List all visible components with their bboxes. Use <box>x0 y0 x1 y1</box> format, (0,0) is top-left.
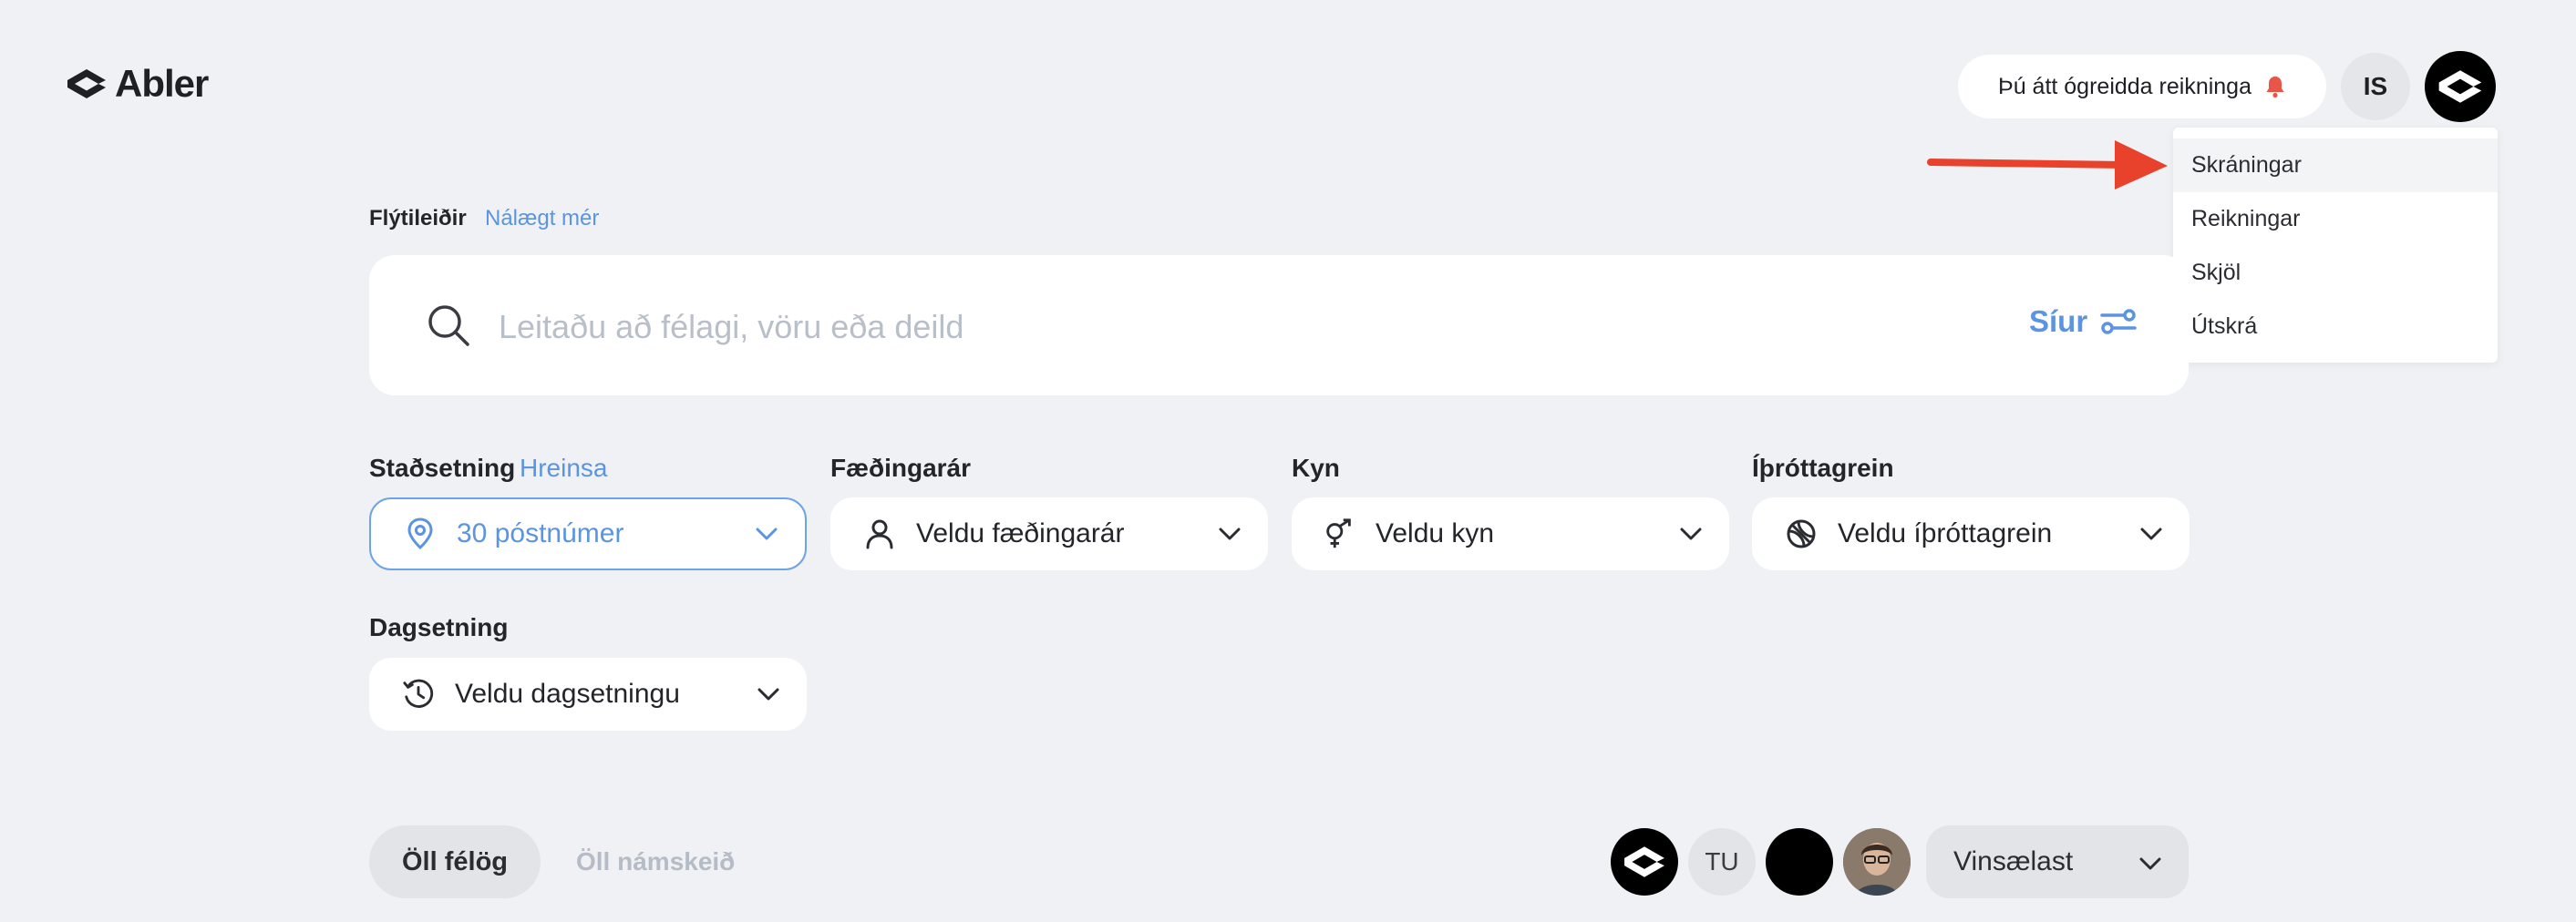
sort-select[interactable]: Vinsælast <box>1926 825 2189 898</box>
sport-value: Veldu íþróttagrein <box>1838 518 2053 548</box>
date-label: Dagsetning <box>369 613 509 641</box>
menu-item-label: Skráningar <box>2191 152 2302 178</box>
clock-history-icon <box>402 678 435 711</box>
gender-select[interactable]: Veldu kyn <box>1292 497 1729 570</box>
unpaid-bills-label: Þú átt ógreidda reikninga <box>1998 73 2251 99</box>
tab-all-courses[interactable]: Öll námskeið <box>576 847 735 876</box>
gender-value: Veldu kyn <box>1376 518 1495 548</box>
abler-logo-icon <box>67 69 106 98</box>
tab-all-clubs[interactable]: Öll félög <box>369 825 541 898</box>
abler-logo-icon <box>1624 846 1664 877</box>
birth-year-label: Fæðingarár <box>830 454 972 482</box>
menu-item-registrations[interactable]: Skráningar <box>2173 138 2498 192</box>
birth-year-select[interactable]: Veldu fæðingarár <box>830 497 1268 570</box>
menu-item-logout[interactable]: Útskrá <box>2173 300 2498 353</box>
sliders-icon <box>2100 309 2137 334</box>
ball-icon <box>1785 517 1818 550</box>
search-icon <box>428 305 469 346</box>
menu-item-invoices[interactable]: Reikningar <box>2173 192 2498 246</box>
menu-item-label: Skjöl <box>2191 260 2241 285</box>
abler-logo-icon <box>2438 70 2482 103</box>
date-value: Veldu dagsetningu <box>455 679 680 709</box>
clear-location-link[interactable]: Hreinsa <box>520 454 607 483</box>
location-select[interactable]: 30 póstnúmer <box>369 497 807 570</box>
avatar-initials: TU <box>1705 847 1739 876</box>
chevron-down-icon <box>2140 528 2162 540</box>
filters-label: Síur <box>2029 304 2088 338</box>
chevron-down-icon <box>1219 528 1241 540</box>
chevron-down-icon <box>1680 528 1702 540</box>
near-me-link[interactable]: Nálægt mér <box>485 206 599 231</box>
date-select[interactable]: Veldu dagsetningu <box>369 658 807 731</box>
brand-name: Abler <box>115 62 209 105</box>
unpaid-bills-button[interactable]: Þú átt ógreidda reikninga <box>1958 55 2326 118</box>
sport-label: Íþróttagrein <box>1752 454 1894 482</box>
search-input[interactable] <box>497 301 1959 353</box>
gender-label: Kyn <box>1292 454 1340 482</box>
map-pin-icon <box>404 517 437 550</box>
person-photo-icon <box>1843 828 1911 896</box>
location-label: Staðsetning <box>369 454 516 482</box>
chevron-down-icon <box>756 528 778 540</box>
menu-item-label: Útskrá <box>2191 313 2258 339</box>
sort-value: Vinsælast <box>1953 846 2074 876</box>
club-avatar-photo[interactable] <box>1843 828 1911 896</box>
language-label: IS <box>2363 72 2388 100</box>
person-icon <box>863 517 896 550</box>
location-value: 30 póstnúmer <box>457 518 624 548</box>
menu-item-label: Reikningar <box>2191 206 2301 231</box>
account-avatar-button[interactable] <box>2425 51 2496 122</box>
club-avatar-black[interactable] <box>1766 828 1833 896</box>
bell-icon <box>2266 77 2284 98</box>
language-button[interactable]: IS <box>2341 53 2410 120</box>
chevron-down-icon <box>2139 846 2161 877</box>
chevron-down-icon <box>757 688 779 701</box>
club-avatar-initials[interactable]: TU <box>1688 828 1756 896</box>
sport-select[interactable]: Veldu íþróttagrein <box>1752 497 2190 570</box>
birth-year-value: Veldu fæðingarár <box>916 518 1125 548</box>
account-dropdown-menu: Skráningar Reikningar Skjöl Útskrá <box>2173 128 2498 363</box>
gender-icon <box>1323 517 1355 550</box>
annotation-arrow <box>1927 140 2168 190</box>
quick-links-label: Flýtileiðir <box>369 206 467 230</box>
club-avatar-abler[interactable] <box>1611 828 1678 896</box>
menu-item-documents[interactable]: Skjöl <box>2173 246 2498 300</box>
abler-logo[interactable]: Abler <box>66 62 209 106</box>
tab-label: Öll félög <box>402 846 508 876</box>
filters-button[interactable]: Síur <box>2029 304 2137 339</box>
